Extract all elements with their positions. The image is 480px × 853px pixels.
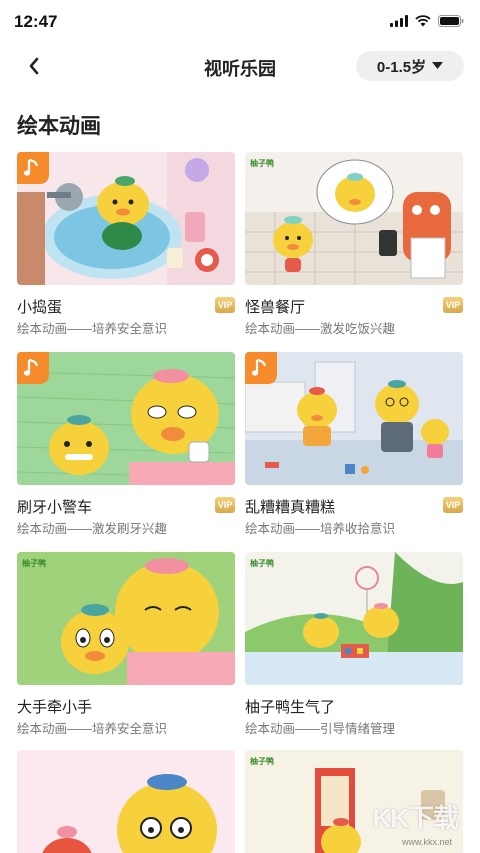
video-thumbnail xyxy=(245,352,463,485)
thumbnail-illustration xyxy=(245,152,463,285)
video-thumbnail xyxy=(17,750,235,853)
music-note-icon xyxy=(17,152,49,184)
brand-logo: 柚子鸭 xyxy=(250,757,274,766)
status-time: 12:47 xyxy=(14,12,58,31)
thumbnail-illustration xyxy=(245,352,463,485)
video-thumbnail: 柚子鸭 xyxy=(245,552,463,685)
video-card[interactable]: 柚子鸭 怪兽餐厅 VIP 绘本动画——激发吃饭兴趣 xyxy=(245,152,463,336)
thumbnail-illustration xyxy=(17,750,235,853)
age-filter-dropdown[interactable]: 0-1.5岁 xyxy=(356,51,464,81)
thumbnail-illustration xyxy=(17,352,235,485)
video-description: 绘本动画——激发刷牙兴趣 xyxy=(17,522,168,536)
brand-logo: 柚子鸭 xyxy=(250,159,274,168)
video-thumbnail: 柚子鸭 xyxy=(17,552,235,685)
video-thumbnail xyxy=(17,352,235,485)
video-title: 小捣蛋 xyxy=(17,299,63,316)
watermark-url: www.kkx.net xyxy=(401,837,452,847)
vip-badge: VIP xyxy=(215,297,235,313)
video-thumbnail xyxy=(17,152,235,285)
video-card[interactable]: 刷牙小警车 VIP 绘本动画——激发刷牙兴趣 xyxy=(17,352,235,536)
video-card[interactable]: 乱糟糟真糟糕 VIP 绘本动画——培养收拾意识 xyxy=(245,352,463,536)
brand-logo: 柚子鸭 xyxy=(250,559,274,568)
status-bar: 12:47 xyxy=(0,0,480,44)
section-title: 绘本动画 xyxy=(17,115,101,138)
thumbnail-illustration xyxy=(17,152,235,285)
watermark-logo: KK下载 xyxy=(372,803,459,833)
caret-down-icon xyxy=(432,62,444,69)
vip-badge: VIP xyxy=(443,497,463,513)
video-description: 绘本动画——培养安全意识 xyxy=(17,722,168,736)
status-icons xyxy=(390,15,464,27)
video-card[interactable] xyxy=(17,750,235,853)
brand-logo: 柚子鸭 xyxy=(22,559,46,568)
age-filter-label: 0-1.5岁 xyxy=(376,58,427,76)
nav-bar: 视听乐园 0-1.5岁 xyxy=(0,44,480,88)
video-description: 绘本动画——引导情绪管理 xyxy=(245,722,396,736)
video-description: 绘本动画——激发吃饭兴趣 xyxy=(245,322,396,336)
video-description: 绘本动画——培养安全意识 xyxy=(17,322,168,336)
thumbnail-illustration xyxy=(245,552,463,685)
music-note-icon xyxy=(17,352,49,384)
video-description: 绘本动画——培养收拾意识 xyxy=(245,522,396,536)
music-note-icon xyxy=(245,352,277,384)
vip-badge: VIP xyxy=(215,497,235,513)
video-card[interactable]: 柚子鸭 柚子鸭生气了 绘本动画——引导情绪管理 xyxy=(245,552,463,736)
thumbnail-illustration xyxy=(17,552,235,685)
video-card[interactable]: 柚子鸭 大手牵小手 绘本动画——培养安全意识 xyxy=(17,552,235,736)
video-thumbnail: 柚子鸭 xyxy=(245,152,463,285)
video-title: 怪兽餐厅 xyxy=(245,299,306,316)
video-card[interactable]: 小捣蛋 VIP 绘本动画——培养安全意识 xyxy=(17,152,235,336)
video-title: 柚子鸭生气了 xyxy=(245,699,336,716)
vip-badge: VIP xyxy=(443,297,463,313)
video-title: 乱糟糟真糟糕 xyxy=(245,499,336,516)
battery-icon xyxy=(438,15,464,27)
video-title: 大手牵小手 xyxy=(17,699,93,716)
wifi-icon xyxy=(415,15,431,27)
signal-icon xyxy=(390,15,408,27)
video-title: 刷牙小警车 xyxy=(17,499,93,516)
